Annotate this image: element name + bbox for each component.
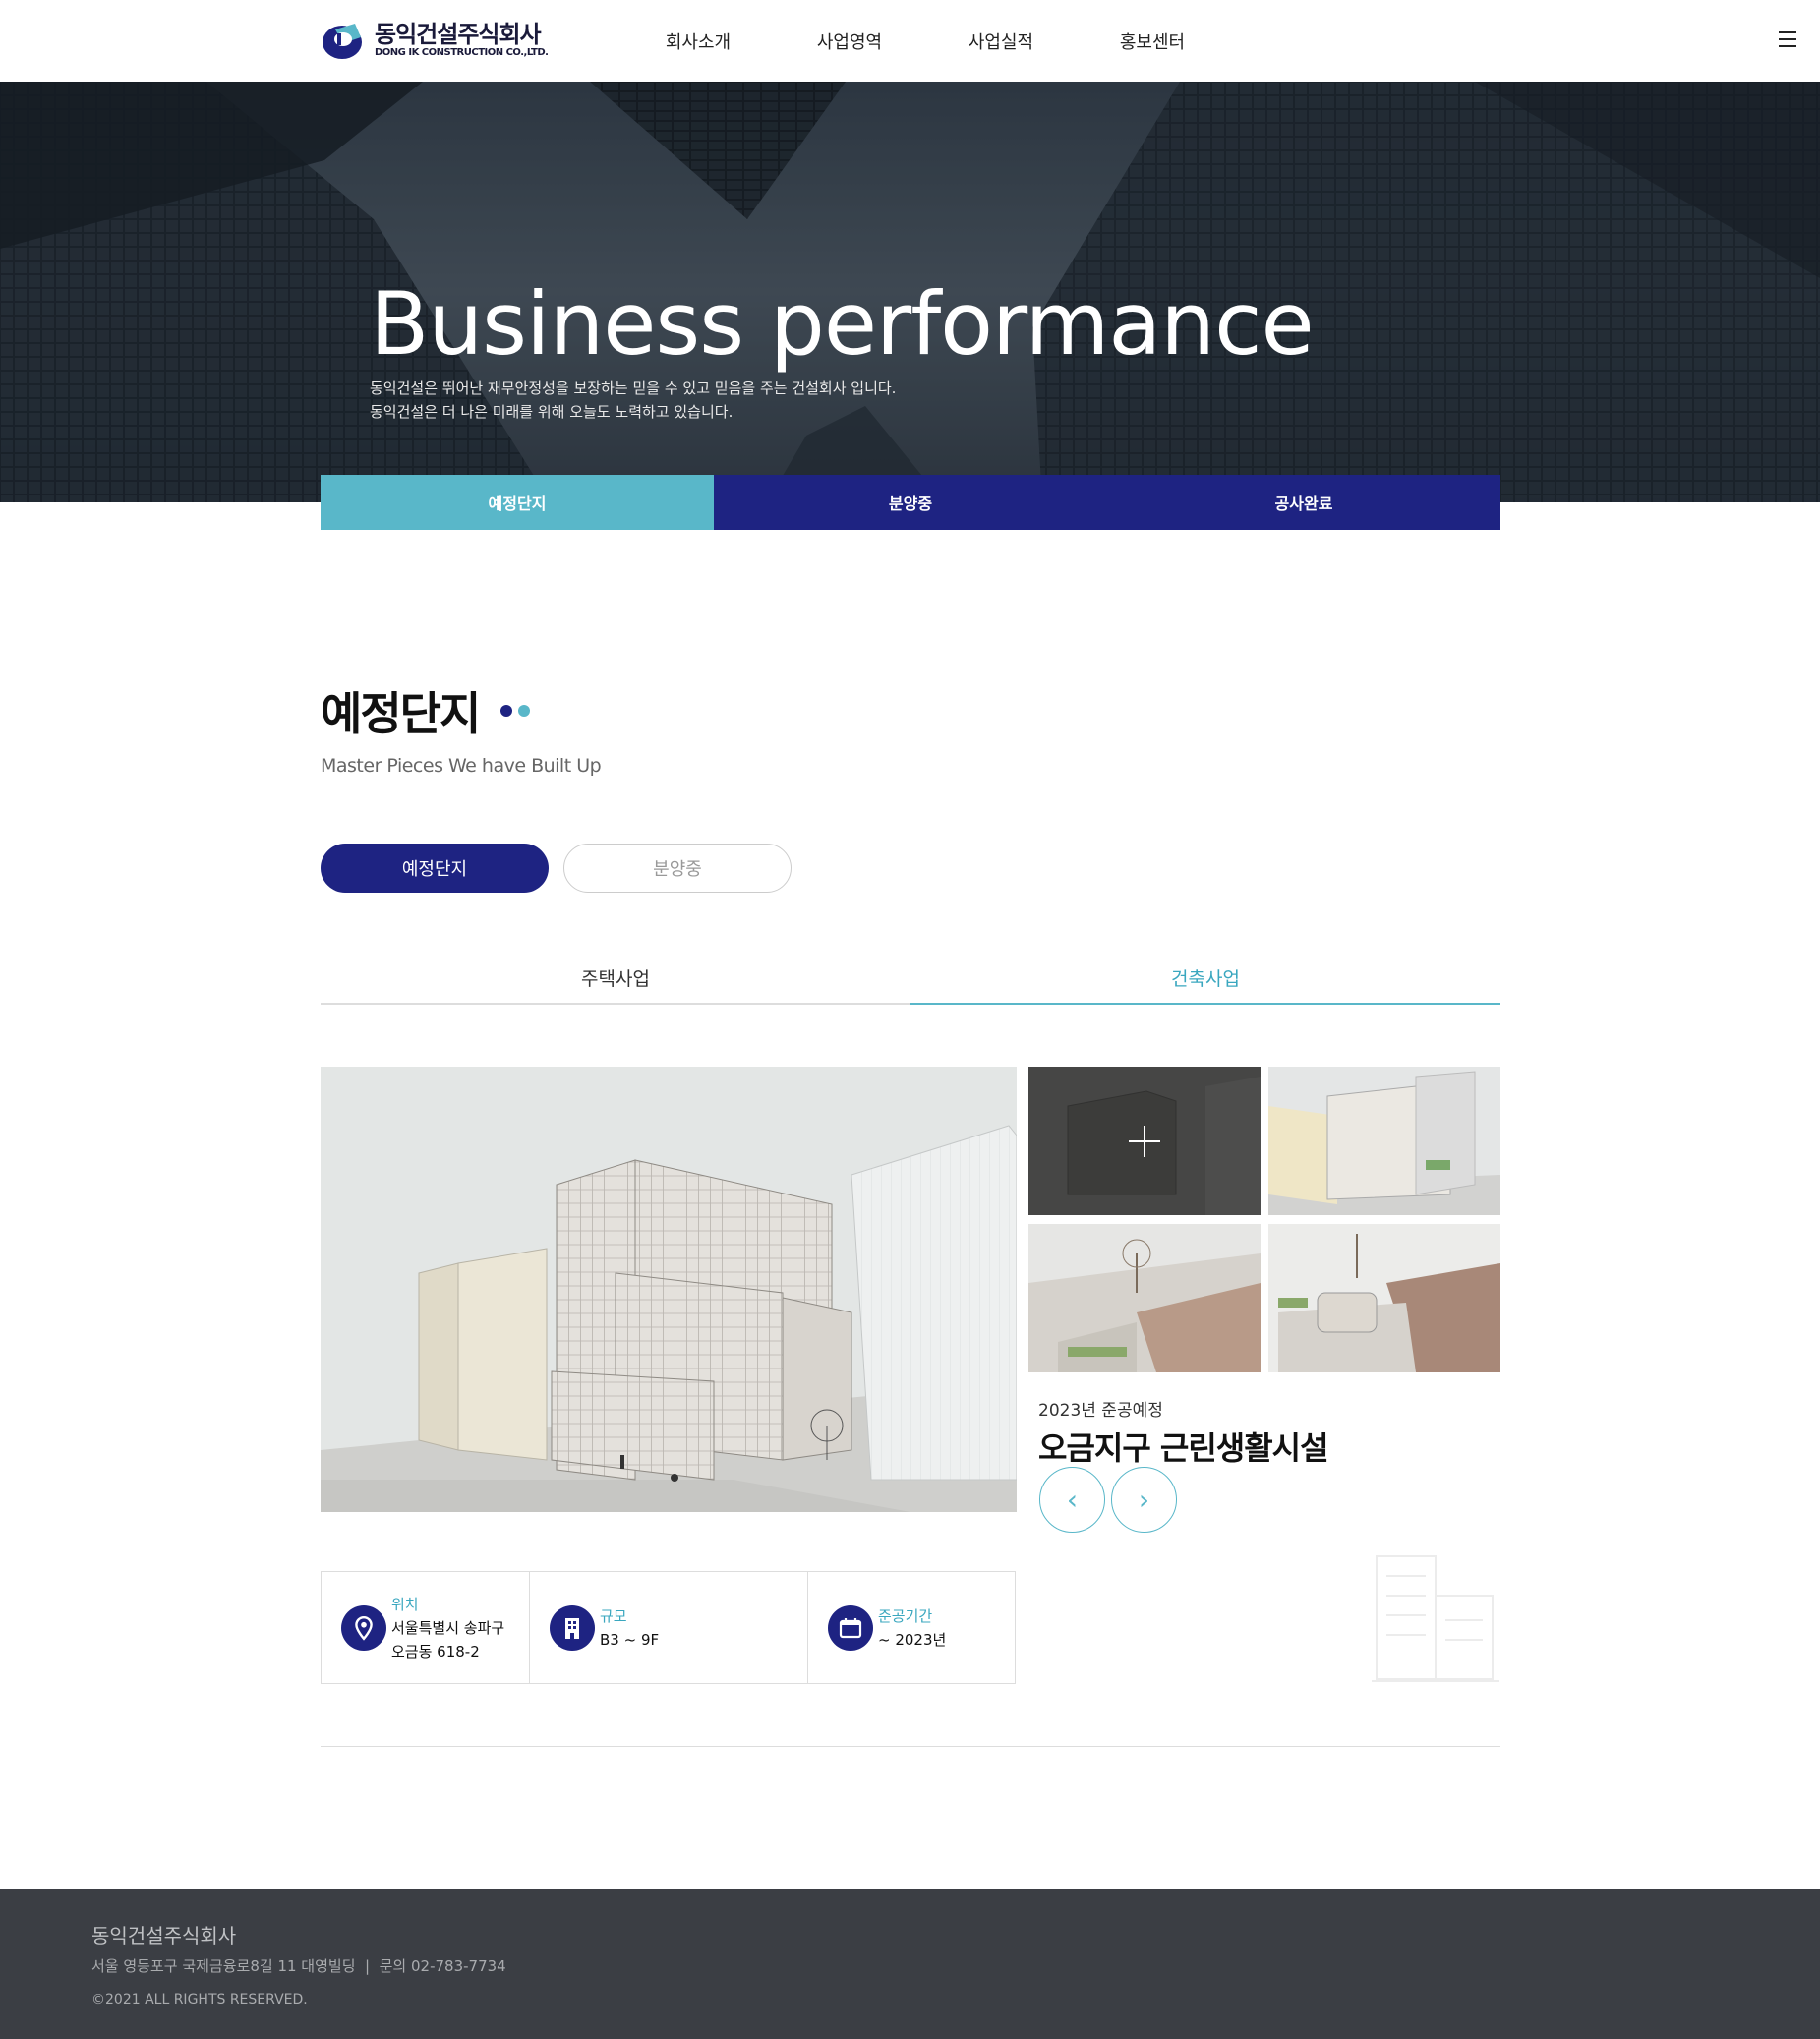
chevron-right-icon: › bbox=[1138, 1484, 1150, 1516]
spec-location: 위치 서울특별시 송파구 오금동 618-2 bbox=[322, 1572, 530, 1683]
spec-scale-label: 규모 bbox=[600, 1606, 627, 1625]
spec-period-label: 준공기간 bbox=[878, 1606, 933, 1625]
nav-item-business[interactable]: 사업영역 bbox=[774, 0, 925, 82]
thumbnail-image bbox=[1268, 1224, 1500, 1372]
logo-mark-icon bbox=[323, 24, 362, 59]
hero-description-line: 동익건설은 뛰어난 재무안정성을 보장하는 믿을 수 있고 믿음을 주는 건설회… bbox=[370, 379, 897, 397]
calendar-icon bbox=[828, 1604, 873, 1651]
tab-completed[interactable]: 공사완료 bbox=[1107, 475, 1500, 530]
spec-scale: 규모 B3 ~ 9F bbox=[530, 1572, 808, 1683]
tab-architecture[interactable]: 건축사업 bbox=[910, 960, 1500, 1005]
project-name: 오금지구 근린생활시설 bbox=[1038, 1429, 1329, 1467]
prev-arrow-button[interactable]: ‹ bbox=[1039, 1467, 1105, 1533]
site-header: 동익건설주식회사 DONG IK CONSTRUCTION CO.,LTD. 회… bbox=[0, 0, 1820, 82]
section-title: 예정단지 bbox=[321, 678, 536, 743]
thumbnail-image bbox=[1028, 1224, 1261, 1372]
site-footer: 동익건설주식회사 서울 영등포구 국제금융로8길 11 대영빌딩 | 문의 02… bbox=[0, 1889, 1820, 2039]
location-pin-icon bbox=[341, 1604, 386, 1651]
pill-planned-button[interactable]: 예정단지 bbox=[321, 844, 549, 893]
tab-planned[interactable]: 예정단지 bbox=[321, 475, 714, 530]
chevron-left-icon: ‹ bbox=[1066, 1484, 1079, 1516]
hero-description-line: 동익건설은 더 나은 미래를 위해 오늘도 노력하고 있습니다. bbox=[370, 403, 734, 421]
hero-title: Business performance bbox=[370, 273, 1315, 375]
building-watermark-icon bbox=[1372, 1555, 1499, 1682]
spec-location-value: 서울특별시 송파구 bbox=[391, 1618, 505, 1637]
tab-on-sale[interactable]: 분양중 bbox=[714, 475, 1107, 530]
footer-copyright: ©2021 ALL RIGHTS RESERVED. bbox=[91, 1992, 308, 2008]
thumbnail-3[interactable] bbox=[1028, 1224, 1261, 1372]
nav-item-company[interactable]: 회사소개 bbox=[622, 0, 774, 82]
spec-scale-value: B3 ~ 9F bbox=[600, 1630, 660, 1649]
spec-period: 준공기간 ~ 2023년 bbox=[808, 1572, 1015, 1683]
spec-period-value: ~ 2023년 bbox=[878, 1630, 947, 1649]
thumbnail-2[interactable] bbox=[1268, 1067, 1500, 1215]
spec-location-value: 오금동 618-2 bbox=[391, 1642, 480, 1660]
hero-banner: Business performance 동익건설은 뛰어난 재무안정성을 보장… bbox=[0, 82, 1820, 502]
building-icon bbox=[550, 1604, 595, 1651]
business-type-tabs: 주택사업 건축사업 bbox=[321, 960, 1500, 1005]
section-title-text: 예정단지 bbox=[321, 687, 481, 740]
project-main-image bbox=[321, 1067, 1017, 1512]
logo-korean-name: 동익건설주식회사 bbox=[375, 21, 542, 48]
nav-item-pr[interactable]: 홍보센터 bbox=[1077, 0, 1228, 82]
hamburger-menu-icon[interactable] bbox=[1779, 31, 1798, 49]
tab-housing[interactable]: 주택사업 bbox=[321, 960, 910, 1005]
thumbnail-1[interactable] bbox=[1028, 1067, 1261, 1215]
building-rendering-image bbox=[321, 1067, 1017, 1512]
logo-english-name: DONG IK CONSTRUCTION CO.,LTD. bbox=[375, 47, 549, 58]
project-spec-box: 위치 서울특별시 송파구 오금동 618-2 규모 B3 ~ 9F 준공기간 ~… bbox=[321, 1571, 1016, 1684]
next-arrow-button[interactable]: › bbox=[1111, 1467, 1177, 1533]
thumbnail-4[interactable] bbox=[1268, 1224, 1500, 1372]
section-subtitle: Master Pieces We have Built Up bbox=[321, 755, 602, 777]
main-navigation: 회사소개 사업영역 사업실적 홍보센터 bbox=[622, 0, 1228, 82]
pill-on-sale-button[interactable]: 분양중 bbox=[563, 844, 792, 893]
footer-address: 서울 영등포구 국제금융로8길 11 대영빌딩 | 문의 02-783-7734 bbox=[91, 1957, 506, 1975]
hero-description: 동익건설은 뛰어난 재무안정성을 보장하는 믿을 수 있고 믿음을 주는 건설회… bbox=[370, 377, 896, 424]
nav-item-performance[interactable]: 사업실적 bbox=[925, 0, 1077, 82]
project-completion-year: 2023년 준공예정 bbox=[1038, 1401, 1163, 1421]
section-divider bbox=[321, 1746, 1500, 1747]
title-dots-icon bbox=[500, 705, 536, 717]
thumbnail-image bbox=[1268, 1067, 1500, 1215]
category-tabs: 예정단지 분양중 공사완료 bbox=[321, 475, 1500, 530]
company-logo[interactable]: 동익건설주식회사 DONG IK CONSTRUCTION CO.,LTD. bbox=[322, 20, 549, 61]
spec-location-label: 위치 bbox=[391, 1595, 419, 1613]
thumbnail-image bbox=[1028, 1067, 1261, 1215]
footer-company-name: 동익건설주식회사 bbox=[91, 1924, 237, 1948]
